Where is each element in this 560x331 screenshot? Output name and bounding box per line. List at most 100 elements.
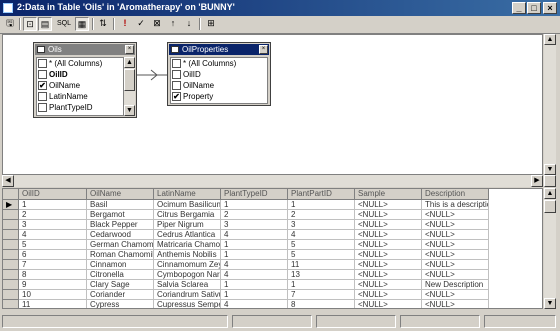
cell-oilname[interactable]: German Chamomile [87, 240, 154, 250]
cell-sample[interactable]: <NULL> [355, 240, 422, 250]
join-line[interactable] [137, 65, 169, 85]
cell-planttypeid[interactable]: 4 [221, 260, 288, 270]
cell-oilid[interactable]: 9 [19, 280, 87, 290]
cell-latinname[interactable]: Coriandrum Sativu [154, 290, 221, 300]
cell-oilname[interactable]: Cinnamon [87, 260, 154, 270]
cell-planttypeid[interactable]: 1 [221, 250, 288, 260]
cell-description[interactable]: <NULL> [422, 250, 489, 260]
row-selector[interactable] [3, 230, 19, 240]
cell-planttypeid[interactable]: 3 [221, 220, 288, 230]
cell-sample[interactable]: <NULL> [355, 210, 422, 220]
cell-oilname[interactable]: Cedarwood [87, 230, 154, 240]
cell-description[interactable]: <NULL> [422, 290, 489, 300]
cell-sample[interactable]: <NULL> [355, 230, 422, 240]
cell-sample[interactable]: <NULL> [355, 290, 422, 300]
cell-planttypeid[interactable]: 1 [221, 280, 288, 290]
table-window-oils[interactable]: Oils × * (All Columns) OilID ✔ OilName La… [33, 42, 137, 118]
column-header-plantpartid[interactable]: PlantPartID [288, 189, 355, 200]
column-header-oilname[interactable]: OilName [87, 189, 154, 200]
cell-oilid[interactable]: 1 [19, 200, 87, 210]
cell-latinname[interactable]: Piper Nigrum [154, 220, 221, 230]
cell-plantpartid[interactable]: 7 [288, 290, 355, 300]
minimize-button[interactable]: _ [512, 2, 526, 14]
row-selector[interactable]: ▶ [3, 200, 19, 210]
window-app-icon[interactable] [3, 3, 13, 13]
cell-latinname[interactable]: Cupressus Semper [154, 300, 221, 308]
cell-plantpartid[interactable]: 8 [288, 300, 355, 308]
cell-oilid[interactable]: 3 [19, 220, 87, 230]
diagram-horizontal-scrollbar[interactable]: ◀ ▶ [2, 175, 543, 187]
table-column-row[interactable]: OilID [171, 69, 267, 80]
cell-oilid[interactable]: 6 [19, 250, 87, 260]
scroll-right-icon[interactable]: ▶ [531, 175, 543, 187]
diagram-pane-icon[interactable]: ⊡ [23, 17, 37, 31]
column-checkbox[interactable]: ✔ [38, 81, 47, 90]
cell-plantpartid[interactable]: 2 [288, 210, 355, 220]
row-selector[interactable] [3, 260, 19, 270]
row-selector[interactable] [3, 290, 19, 300]
cell-oilname[interactable]: Cypress [87, 300, 154, 308]
cell-planttypeid[interactable]: 1 [221, 200, 288, 210]
title-bar[interactable]: 2:Data in Table 'Oils' in 'Aromatherapy'… [0, 0, 560, 16]
scroll-down-icon[interactable]: ▼ [544, 298, 556, 309]
cell-sample[interactable]: <NULL> [355, 300, 422, 308]
cell-description[interactable]: New Description [422, 280, 489, 290]
column-checkbox[interactable] [172, 59, 181, 68]
cell-latinname[interactable]: Matricaria Chamom [154, 240, 221, 250]
cell-oilid[interactable]: 7 [19, 260, 87, 270]
column-checkbox[interactable] [38, 92, 47, 101]
cell-plantpartid[interactable]: 5 [288, 250, 355, 260]
diagram-vertical-scrollbar[interactable]: ▲ ▼ [544, 34, 556, 175]
scroll-thumb[interactable] [124, 69, 135, 91]
column-checkbox[interactable] [38, 103, 47, 112]
cell-description[interactable]: <NULL> [422, 220, 489, 230]
table-window-oilproperties[interactable]: OilProperties × * (All Columns) OilID Oi… [167, 42, 271, 106]
column-header-planttypeid[interactable]: PlantTypeID [221, 189, 288, 200]
cell-oilid[interactable]: 11 [19, 300, 87, 308]
row-selector[interactable] [3, 220, 19, 230]
remove-filter-icon[interactable]: ⊠ [150, 17, 164, 31]
column-header-oilid[interactable]: OilID [19, 189, 87, 200]
column-checkbox[interactable] [38, 59, 47, 68]
scroll-up-icon[interactable]: ▲ [124, 57, 135, 68]
scroll-thumb[interactable] [544, 200, 556, 213]
cell-oilname[interactable]: Basil [87, 200, 154, 210]
cell-oilname[interactable]: Clary Sage [87, 280, 154, 290]
table-column-row[interactable]: PlantTypeID [37, 102, 123, 113]
cell-oilname[interactable]: Coriander [87, 290, 154, 300]
cell-description[interactable]: <NULL> [422, 210, 489, 220]
cell-oilid[interactable]: 4 [19, 230, 87, 240]
cell-oilname[interactable]: Black Pepper [87, 220, 154, 230]
cell-description[interactable]: <NULL> [422, 240, 489, 250]
grid-vertical-scrollbar[interactable]: ▲ ▼ [544, 188, 556, 309]
cell-sample[interactable]: <NULL> [355, 280, 422, 290]
grid-pane-icon[interactable]: ▤ [38, 17, 52, 31]
run-icon[interactable]: ! [118, 17, 132, 31]
row-selector[interactable] [3, 270, 19, 280]
cell-description[interactable]: <NULL> [422, 270, 489, 280]
cell-latinname[interactable]: Cinnamomum Zeyla [154, 260, 221, 270]
table-window-titlebar[interactable]: Oils × [35, 44, 135, 55]
maximize-button[interactable]: □ [527, 2, 541, 14]
results-pane-icon[interactable]: ▦ [75, 17, 89, 31]
cell-oilid[interactable]: 8 [19, 270, 87, 280]
scroll-down-icon[interactable]: ▼ [124, 105, 135, 116]
cell-oilname[interactable]: Bergamot [87, 210, 154, 220]
table-close-icon[interactable]: × [125, 45, 134, 54]
cell-oilid[interactable]: 2 [19, 210, 87, 220]
table-column-scrollbar[interactable]: ▲ ▼ [124, 57, 135, 116]
cell-plantpartid[interactable]: 1 [288, 200, 355, 210]
cell-plantpartid[interactable]: 3 [288, 220, 355, 230]
sql-pane-icon[interactable]: SQL [55, 17, 73, 31]
cell-plantpartid[interactable]: 11 [288, 260, 355, 270]
table-column-row[interactable]: ✔ OilName [37, 80, 123, 91]
column-checkbox[interactable] [172, 70, 181, 79]
cell-latinname[interactable]: Citrus Bergamia [154, 210, 221, 220]
table-column-row[interactable]: * (All Columns) [171, 58, 267, 69]
column-checkbox[interactable] [172, 81, 181, 90]
cell-planttypeid[interactable]: 2 [221, 210, 288, 220]
cell-latinname[interactable]: Anthemis Nobilis [154, 250, 221, 260]
cell-latinname[interactable]: Salvia Sclarea [154, 280, 221, 290]
table-columns-list[interactable]: * (All Columns) OilID OilName ✔ Property [170, 57, 268, 104]
cell-oilid[interactable]: 5 [19, 240, 87, 250]
